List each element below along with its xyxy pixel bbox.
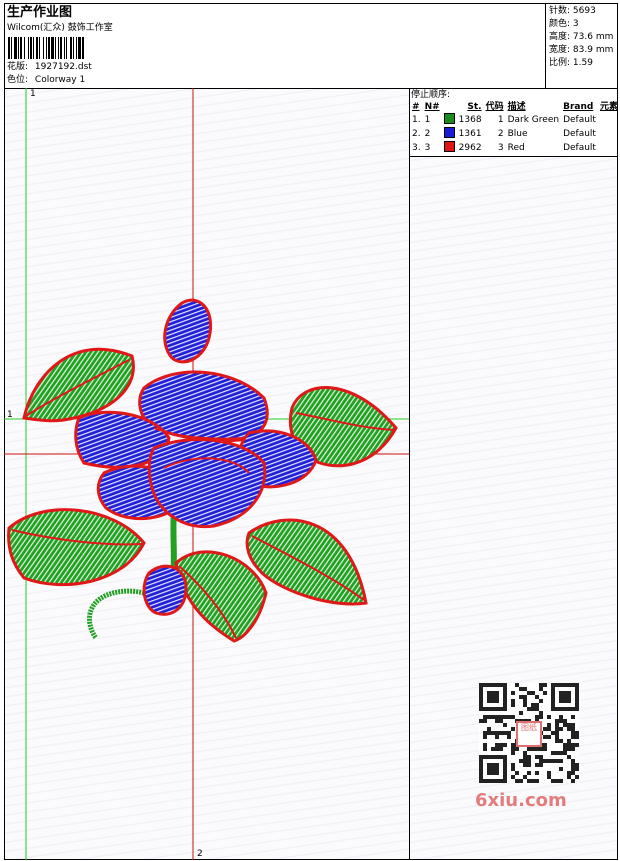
col-brand: Brand: [563, 102, 594, 112]
watermark: 图纸 6xiu.com: [470, 678, 588, 818]
watermark-site: 6xiu.com: [475, 790, 567, 811]
col-description: 描述: [507, 102, 526, 112]
watermark-seal: 图纸: [516, 721, 542, 747]
col-element: 元素: [599, 102, 618, 112]
color-swatch-blue: [443, 127, 455, 138]
design-file-value: 1927192.dst: [34, 62, 92, 72]
bud-bottom: [142, 564, 188, 616]
barcode: [8, 37, 144, 59]
col-index: #: [412, 102, 420, 112]
guide-vertical-2-label: 2: [197, 849, 203, 859]
sequence-row: 1. 1 1368 1 Dark Green Default: [412, 113, 596, 125]
col-needle: N#: [424, 102, 440, 112]
col-stitches: St.: [467, 102, 482, 112]
color-swatch-red: [443, 141, 455, 152]
stats-list: 针数: 5693 颜色: 3 高度: 73.6 mm 宽度: 83.9 mm 比…: [549, 5, 613, 70]
company-name: Wilcom(汇众) 鼓饰工作室: [7, 23, 113, 33]
leaf-left-lower: [7, 508, 146, 587]
colorway-value: Colorway 1: [34, 75, 86, 85]
sequence-title: 停止顺序:: [411, 90, 451, 100]
stat-colors: 颜色: 3: [549, 19, 579, 29]
bud-top: [163, 298, 212, 364]
col-color-swatch: [442, 101, 457, 113]
embroidery-design: 1 1 2: [4, 88, 410, 860]
sequence-table-header: # N# St. 代码 描述 Brand 元素: [410, 101, 620, 113]
stat-height: 高度: 73.6 mm: [549, 32, 614, 42]
colorway-label: 色位:: [7, 75, 29, 85]
leaf-top-left: [22, 347, 135, 423]
design-file-row: 花版: 1927192.dst: [7, 62, 92, 73]
sequence-row: 2. 2 1361 2 Blue Default: [412, 127, 596, 139]
color-swatch-green: [443, 113, 455, 124]
guide-horizontal-1-label: 1: [7, 410, 13, 420]
design-file-label: 花版:: [7, 62, 29, 72]
sequence-table: # N# St. 代码 描述 Brand 元素 1. 1 1368 1 Dark…: [410, 101, 620, 155]
stat-stitches: 针数: 5693: [549, 6, 596, 16]
stat-scale: 比例: 1.59: [549, 58, 593, 68]
stat-width: 宽度: 83.9 mm: [549, 45, 614, 55]
guide-vertical-1-label: 1: [30, 89, 36, 99]
col-code: 代码: [485, 102, 504, 112]
tendril: [87, 588, 145, 640]
page-title: 生产作业图: [7, 5, 73, 20]
sequence-row: 3. 3 2962 3 Red Default: [412, 141, 596, 153]
colorway-row: 色位: Colorway 1: [7, 75, 85, 86]
leaf-bottom-center: [174, 550, 268, 643]
